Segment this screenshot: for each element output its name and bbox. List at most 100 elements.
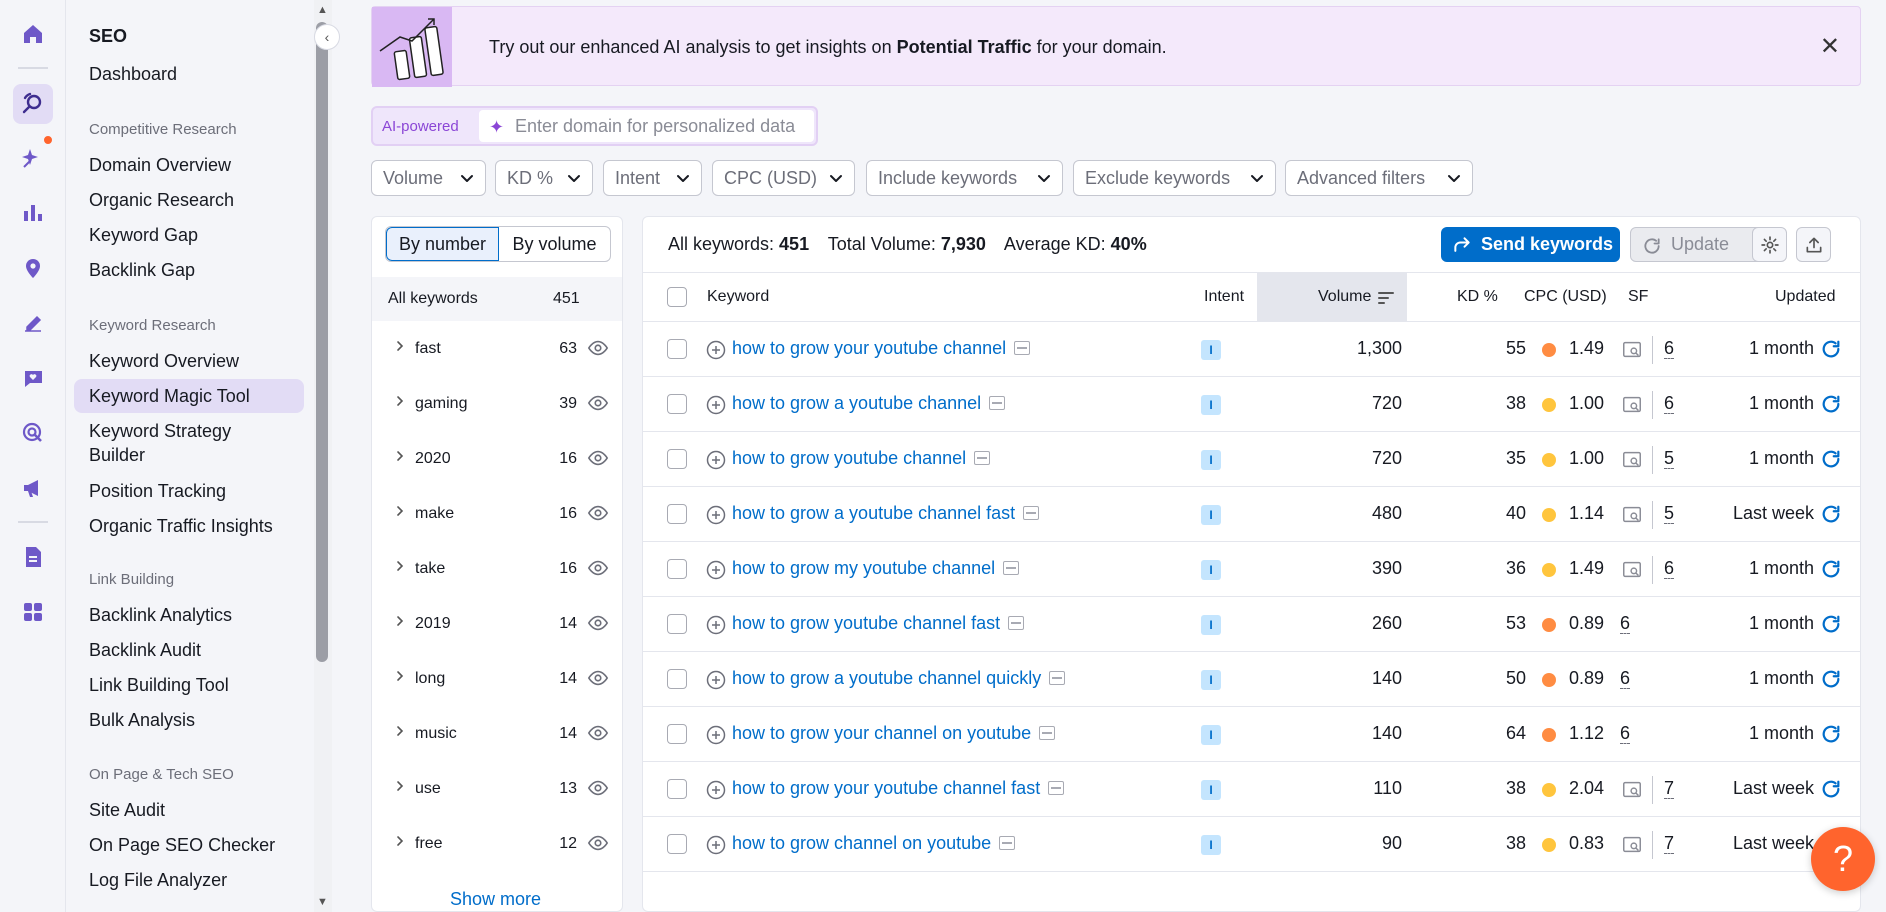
- chevron-right-icon[interactable]: [394, 560, 406, 572]
- col-sf[interactable]: SF: [1628, 288, 1648, 306]
- chevron-right-icon[interactable]: [394, 450, 406, 462]
- location-pin-nav-button[interactable]: [13, 248, 53, 288]
- serp-preview-icon[interactable]: [989, 396, 1006, 410]
- chevron-right-icon[interactable]: [394, 340, 406, 352]
- apps-grid-nav-button[interactable]: [13, 592, 53, 632]
- keyword-group-item[interactable]: use 13: [372, 761, 622, 816]
- nav-item-backlink-analytics[interactable]: Backlink Analytics: [89, 603, 232, 627]
- eye-icon[interactable]: [587, 447, 609, 469]
- chat-heart-nav-button[interactable]: [13, 358, 53, 398]
- chevron-right-icon[interactable]: [394, 780, 406, 792]
- chevron-right-icon[interactable]: [394, 395, 406, 407]
- nav-item-keyword-strategy-builder[interactable]: Keyword Strategy Builder: [89, 419, 259, 467]
- nav-item-backlink-audit[interactable]: Backlink Audit: [89, 638, 201, 662]
- domain-input[interactable]: [479, 110, 814, 142]
- filter-advanced-filters[interactable]: Advanced filters: [1285, 160, 1473, 196]
- filter-cpc-usd[interactable]: CPC (USD): [712, 160, 855, 196]
- eye-icon[interactable]: [587, 777, 609, 799]
- filter-exclude-keywords[interactable]: Exclude keywords: [1073, 160, 1276, 196]
- row-checkbox[interactable]: [667, 724, 687, 744]
- serp-features-count[interactable]: 6: [1664, 338, 1675, 359]
- eye-icon[interactable]: [587, 612, 609, 634]
- eye-icon[interactable]: [587, 392, 609, 414]
- col-volume[interactable]: Volume: [1318, 288, 1371, 306]
- add-circle-icon[interactable]: [706, 395, 726, 415]
- serp-preview-icon[interactable]: [999, 836, 1016, 850]
- row-checkbox[interactable]: [667, 614, 687, 634]
- serp-feature-icon[interactable]: [1621, 834, 1643, 856]
- refresh-icon[interactable]: [1820, 448, 1842, 470]
- refresh-icon[interactable]: [1820, 778, 1842, 800]
- filter-include-keywords[interactable]: Include keywords: [866, 160, 1063, 196]
- show-more-link[interactable]: Show more: [450, 889, 541, 910]
- serp-preview-icon[interactable]: [1003, 561, 1020, 575]
- row-checkbox[interactable]: [667, 339, 687, 359]
- row-checkbox[interactable]: [667, 669, 687, 689]
- serp-preview-icon[interactable]: [1048, 781, 1065, 795]
- keyword-group-item[interactable]: take 16: [372, 541, 622, 596]
- keyword-group-item[interactable]: make 16: [372, 486, 622, 541]
- add-circle-icon[interactable]: [706, 560, 726, 580]
- keyword-link[interactable]: how to grow a youtube channel quickly: [732, 668, 1066, 689]
- keyword-link[interactable]: how to grow your youtube channel: [732, 338, 1031, 359]
- serp-features-count[interactable]: 5: [1664, 503, 1675, 524]
- add-circle-icon[interactable]: [706, 780, 726, 800]
- refresh-icon[interactable]: [1820, 558, 1842, 580]
- nav-item-position-tracking[interactable]: Position Tracking: [89, 479, 226, 503]
- col-intent[interactable]: Intent: [1204, 288, 1244, 306]
- help-button[interactable]: ?: [1811, 827, 1875, 891]
- add-circle-icon[interactable]: [706, 725, 726, 745]
- row-checkbox[interactable]: [667, 394, 687, 414]
- serp-features-count[interactable]: 7: [1664, 778, 1675, 799]
- nav-item-on-page-seo-checker[interactable]: On Page SEO Checker: [89, 833, 275, 857]
- home-nav-button[interactable]: [13, 14, 53, 54]
- refresh-icon[interactable]: [1820, 338, 1842, 360]
- keyword-group-item[interactable]: music 14: [372, 706, 622, 761]
- eye-icon[interactable]: [587, 667, 609, 689]
- refresh-icon[interactable]: [1820, 393, 1842, 415]
- serp-feature-icon[interactable]: [1621, 449, 1643, 471]
- sort-descending-icon[interactable]: [1377, 289, 1395, 307]
- row-checkbox[interactable]: [667, 504, 687, 524]
- add-circle-icon[interactable]: [706, 615, 726, 635]
- serp-features-count[interactable]: 6: [1620, 613, 1631, 634]
- keyword-group-item[interactable]: fast 63: [372, 321, 622, 376]
- row-checkbox[interactable]: [667, 449, 687, 469]
- chevron-right-icon[interactable]: [394, 505, 406, 517]
- row-checkbox[interactable]: [667, 834, 687, 854]
- serp-feature-icon[interactable]: [1621, 339, 1643, 361]
- scrollbar-thumb[interactable]: [316, 22, 328, 662]
- keyword-link[interactable]: how to grow your youtube channel fast: [732, 778, 1065, 799]
- keyword-link[interactable]: how to grow a youtube channel: [732, 393, 1006, 414]
- bar-chart-nav-button[interactable]: [13, 193, 53, 233]
- keyword-link[interactable]: how to grow my youtube channel: [732, 558, 1020, 579]
- serp-features-count[interactable]: 7: [1664, 833, 1675, 854]
- nav-item-dashboard[interactable]: Dashboard: [89, 62, 177, 86]
- nav-item-bulk-analysis[interactable]: Bulk Analysis: [89, 708, 195, 732]
- nav-item-backlink-gap[interactable]: Backlink Gap: [89, 258, 195, 282]
- chevron-right-icon[interactable]: [394, 835, 406, 847]
- eye-icon[interactable]: [587, 502, 609, 524]
- chevron-right-icon[interactable]: [394, 615, 406, 627]
- filter-volume[interactable]: Volume: [371, 160, 486, 196]
- seo-toolkit-nav-button[interactable]: [13, 84, 53, 124]
- serp-preview-icon[interactable]: [1023, 506, 1040, 520]
- serp-features-count[interactable]: 6: [1664, 393, 1675, 414]
- by-volume-button[interactable]: By volume: [499, 227, 610, 261]
- col-keyword[interactable]: Keyword: [707, 288, 769, 306]
- nav-item-organic-research[interactable]: Organic Research: [89, 188, 234, 212]
- sidebar-scrollbar[interactable]: ▲ ▼: [314, 0, 332, 912]
- export-button[interactable]: [1796, 227, 1831, 262]
- serp-features-count[interactable]: 6: [1664, 558, 1675, 579]
- keyword-link[interactable]: how to grow your channel on youtube: [732, 723, 1056, 744]
- megaphone-nav-button[interactable]: [13, 468, 53, 508]
- nav-item-link-building-tool[interactable]: Link Building Tool: [89, 673, 229, 697]
- add-circle-icon[interactable]: [706, 835, 726, 855]
- keyword-group-item[interactable]: 2020 16: [372, 431, 622, 486]
- nav-item-log-file-analyzer[interactable]: Log File Analyzer: [89, 868, 227, 892]
- send-keywords-button[interactable]: Send keywords: [1441, 227, 1620, 262]
- keyword-group-item[interactable]: free 12: [372, 816, 622, 871]
- serp-preview-icon[interactable]: [974, 451, 991, 465]
- serp-feature-icon[interactable]: [1621, 394, 1643, 416]
- add-circle-icon[interactable]: [706, 450, 726, 470]
